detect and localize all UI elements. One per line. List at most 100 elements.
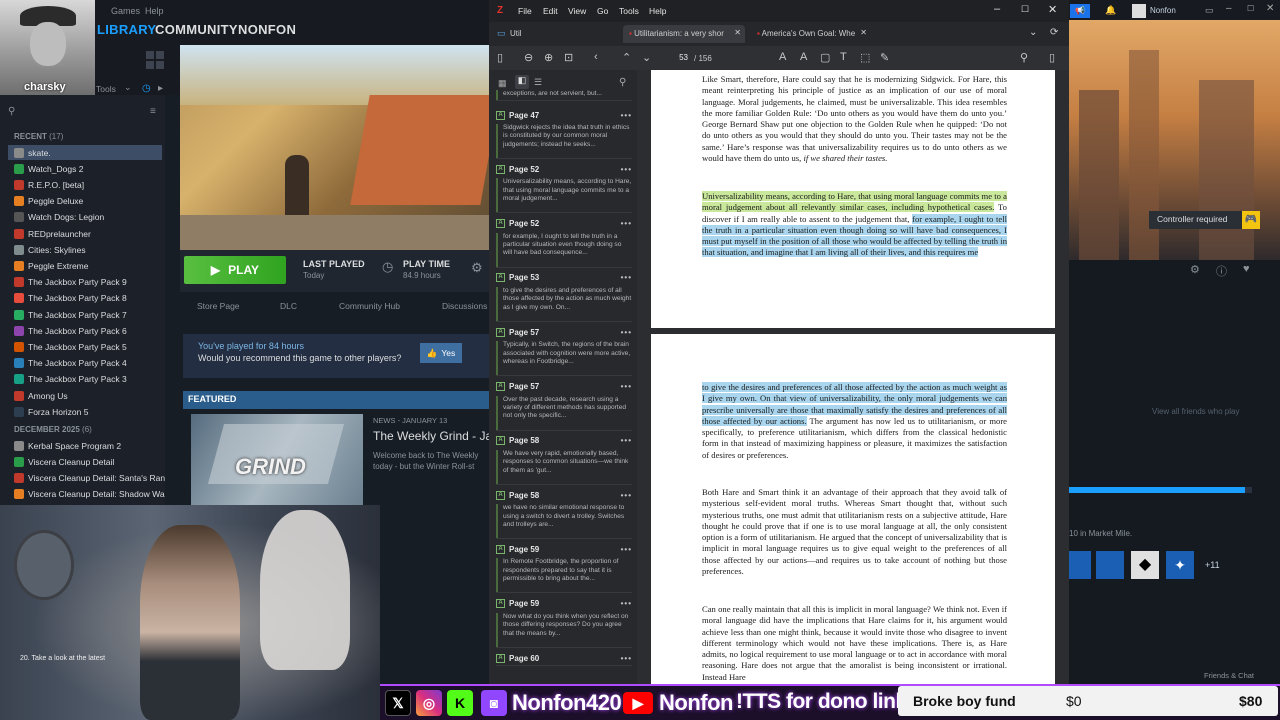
page-up-icon[interactable]: ⌃ [622,51,631,64]
game-list-item[interactable]: Watch_Dogs 2 [14,161,83,176]
page-number-input[interactable]: 53 [659,51,691,65]
draw-icon[interactable]: ✎ [880,51,889,64]
annotation-item[interactable]: A Page 58 ••• We have very rapid, emotional… [496,434,632,485]
heart-icon[interactable]: ♥ [1243,263,1250,275]
filter-icon[interactable]: ≡ [150,106,156,117]
search-icon[interactable]: ⚲ [619,77,626,88]
annotation-item[interactable]: A Page 60 ••• [496,651,632,666]
underline-icon[interactable]: A [800,51,807,63]
game-list-item[interactable]: The Jackbox Party Pack 8 [14,291,127,306]
view-all-friends-link[interactable]: View all friends who play [1152,407,1239,416]
note-icon[interactable]: ▢ [820,51,830,64]
more-options-icon[interactable]: ••• [621,545,632,554]
menu-tools[interactable]: Tools [619,6,639,16]
more-options-icon[interactable]: ••• [621,382,632,391]
more-options-icon[interactable]: ••• [621,328,632,337]
clock-icon[interactable]: ◷ [142,83,151,94]
zoom-in-icon[interactable]: ⊕ [544,51,553,64]
more-options-icon[interactable]: ••• [621,165,632,174]
minimize-icon[interactable]: – [1226,3,1232,14]
more-options-icon[interactable]: ••• [621,599,632,608]
more-options-icon[interactable]: ••• [621,436,632,445]
annotation-item[interactable]: exceptions, are not servient, but... [496,90,632,101]
info-icon[interactable]: ⓘ [1216,263,1227,279]
grid-view-icon[interactable] [146,51,164,69]
game-list-item[interactable]: Watch Dogs: Legion [14,210,104,225]
nav-community[interactable]: COMMUNITY [155,22,238,37]
more-options-icon[interactable]: ••• [621,219,632,228]
sync-icon[interactable]: ⟳ [1050,27,1058,38]
more-options-icon[interactable]: ••• [621,654,632,663]
more-options-icon[interactable]: ••• [621,111,632,120]
announcement-icon[interactable]: 📢 [1070,4,1090,18]
game-list-item[interactable]: The Jackbox Party Pack 5 [14,339,127,354]
tools-label[interactable]: Tools [96,84,116,94]
back-icon[interactable]: ‹ [594,51,598,63]
game-list-item[interactable]: skate. [14,145,51,160]
close-icon[interactable]: ✕ [1266,3,1274,14]
zoom-out-icon[interactable]: ⊖ [524,51,533,64]
annotation-item[interactable]: A Page 47 ••• Sidgwick rejects the idea tha… [496,108,632,159]
minimize-icon[interactable]: – [994,3,1000,15]
game-list-item[interactable]: Viscera Cleanup Detail [14,454,114,469]
game-list-item[interactable]: The Jackbox Party Pack 9 [14,275,127,290]
tab-utilitarianism[interactable]: ▪ Utilitarianism: a very shor ✕ [623,25,745,43]
game-list-item[interactable]: Cities: Skylines [14,242,86,257]
annotation-item[interactable]: A Page 52 ••• for example, I ought to tell … [496,217,632,268]
menu-go[interactable]: Go [597,6,608,16]
close-tab-icon[interactable]: ✕ [734,28,741,37]
close-tab-icon[interactable]: ✕ [860,28,867,37]
maximize-icon[interactable]: ☐ [1021,4,1029,15]
discussions-link[interactable]: Discussions [442,301,487,311]
game-list-item[interactable]: The Jackbox Party Pack 6 [14,323,127,338]
chevron-down-icon[interactable]: ⌄ [1029,27,1037,38]
friends-chat-button[interactable]: Friends & Chat [1204,671,1254,680]
game-list-item[interactable]: Viscera Cleanup Detail: Shadow Wa [14,487,165,502]
game-list-item[interactable]: The Jackbox Party Pack 4 [14,356,127,371]
game-list-item[interactable]: Kerbal Space Program 2 [14,438,121,453]
user-menu[interactable]: Nonfon [1150,6,1176,15]
gear-icon[interactable]: ⚙ [1190,263,1200,276]
game-list-item[interactable]: Peggle Extreme [14,258,88,273]
menu-file[interactable]: File [518,6,532,16]
context-pane-icon[interactable]: ▯ [1049,51,1055,64]
annotation-item[interactable]: A Page 59 ••• In Remote Footbridge, the pro… [496,542,632,594]
play-filter-icon[interactable]: ▸ [158,83,163,94]
nav-nonfon[interactable]: NONFON [238,22,296,37]
annotation-item[interactable]: A Page 52 ••• Universalizability means, acc… [496,162,632,214]
annotation-item[interactable]: A Page 57 ••• Over the past decade, researc… [496,380,632,431]
annotations-view-icon[interactable]: ◧ [515,75,529,89]
game-list-item[interactable]: The Jackbox Party Pack 7 [14,307,127,322]
game-list-item[interactable]: REDprelauncher [14,226,91,241]
page-down-icon[interactable]: ⌄ [642,51,651,64]
highlight-text-icon[interactable]: A [779,51,786,63]
game-list-item[interactable]: The Jackbox Party Pack 3 [14,372,127,387]
game-list-item[interactable]: Forza Horizon 5 [14,404,88,419]
search-icon[interactable]: ⚲ [8,106,15,117]
tab-americas-own-goal[interactable]: ▪ America's Own Goal: Whe ✕ [751,25,871,43]
gear-icon[interactable]: ⚙ [471,260,483,276]
fit-page-icon[interactable]: ⊡ [564,51,573,64]
review-yes-button[interactable]: 👍 Yes [420,343,462,363]
menu-help[interactable]: Help [649,6,666,16]
maximize-icon[interactable]: ☐ [1247,4,1254,13]
util-tab[interactable]: Util [510,29,522,38]
game-list-item[interactable]: Among Us [14,388,68,403]
highlight-green[interactable]: Universalizability means, according to H… [702,191,1007,213]
sidebar-toggle-icon[interactable]: ▯ [497,51,503,64]
avatar[interactable] [1132,4,1146,18]
menu-view[interactable]: View [568,6,586,16]
game-list-item[interactable]: Viscera Cleanup Detail: Santa's Ran [14,470,165,485]
annotation-item[interactable]: A Page 59 ••• Now what do you think when yo… [496,597,632,648]
nav-library[interactable]: LIBRARY [97,22,156,37]
dlc-link[interactable]: DLC [280,301,297,311]
chevron-down-icon[interactable]: ⌄ [124,82,132,93]
outline-icon[interactable]: ☰ [534,77,542,88]
game-list-item[interactable]: R.E.P.O. [beta] [14,177,84,192]
area-icon[interactable]: ⬚ [860,51,870,64]
search-icon[interactable]: ⚲ [1020,51,1028,64]
menu-edit[interactable]: Edit [543,6,558,16]
more-options-icon[interactable]: ••• [621,273,632,282]
bell-icon[interactable]: 🔔 [1105,5,1116,16]
menu-games[interactable]: Games [111,6,140,16]
